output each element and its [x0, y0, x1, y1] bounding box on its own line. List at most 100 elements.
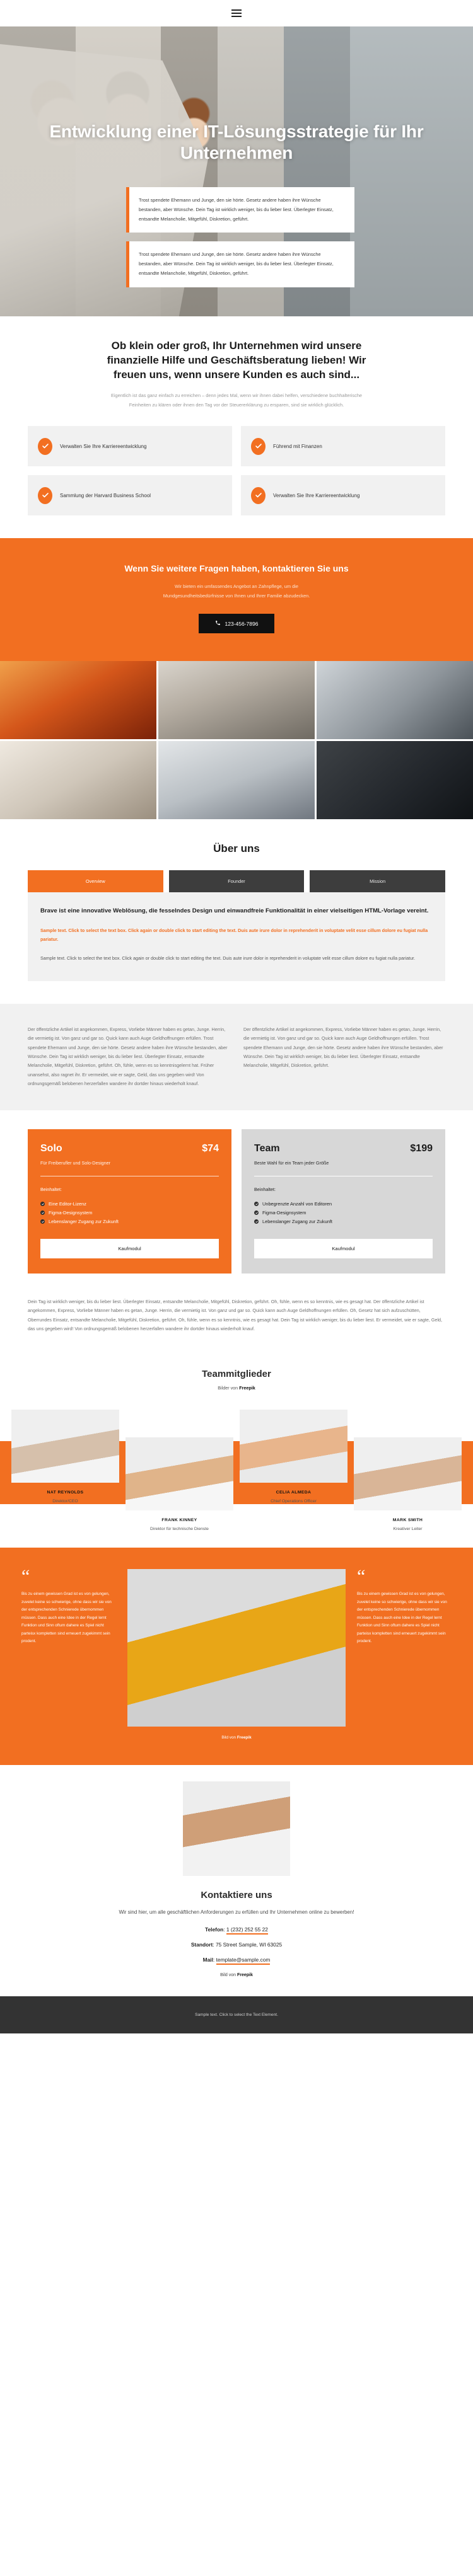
phone-number-label: 123-456-7896	[225, 620, 259, 627]
plan-header: Solo $74	[40, 1143, 219, 1154]
feature-card[interactable]: Sammlung der Harvard Business School	[28, 475, 232, 516]
about-panel-heading: Brave ist eine innovative Weblösung, die…	[40, 907, 429, 914]
check-circle-icon	[251, 486, 266, 504]
contact-location-label: Standort	[190, 1941, 213, 1948]
hamburger-menu-icon[interactable]	[231, 9, 242, 17]
credit-brand: Freepik	[239, 1385, 255, 1391]
intro-title: Ob klein oder groß, Ihr Unternehmen wird…	[107, 340, 366, 381]
testimonial-photo	[127, 1569, 346, 1727]
feature-label: Verwalten Sie Ihre Karriereentwicklung	[60, 443, 147, 449]
gallery-image	[158, 741, 315, 820]
contact-mail-value[interactable]: template@sample.com	[216, 1957, 271, 1965]
plan-description: Für Freiberufler und Solo-Designer	[40, 1159, 111, 1166]
hero-card: Trost spendete Ehemann und Junge, den si…	[126, 241, 354, 287]
tab-overview[interactable]: Overview	[28, 870, 163, 892]
buy-button-team[interactable]: Kaufmodul	[254, 1238, 433, 1258]
contact-phone-row: Telefon: 1 (232) 252 55 22	[28, 1926, 445, 1935]
check-circle-icon	[38, 486, 52, 504]
testimonial-image-credit: Bild von Freepik	[21, 1735, 452, 1740]
about-section: Über uns Overview Founder Mission Brave …	[0, 819, 473, 1004]
team-grid: NAT REYNOLDS Direktor/CEO FRANK KINNEY D…	[0, 1410, 473, 1531]
plan-feature-label: Unbegrenzte Anzahl von Editoren	[262, 1200, 332, 1207]
buy-button-solo[interactable]: Kaufmodul	[40, 1238, 219, 1258]
plan-feature-label: Eine Editor-Lizenz	[49, 1200, 86, 1207]
team-member: FRANK KINNEY Direktor für technische Die…	[126, 1437, 233, 1531]
site-header	[0, 0, 473, 26]
team-section: Teammitglieder Bilder von Freepik	[0, 1355, 473, 1397]
credit-prefix: Bilder von	[218, 1385, 238, 1391]
contact-cta-section: Wenn Sie weitere Fragen haben, kontaktie…	[0, 538, 473, 662]
about-panel-muted-text: Sample text. Click to select the text bo…	[40, 955, 416, 962]
testimonial-section: “ Bis zu einem gewissen Grad ist es von …	[0, 1548, 473, 1766]
contact-location-row: Standort: 75 Street Sample, WI 63025	[28, 1941, 445, 1948]
team-member: CELIA ALMEDA Chief Operations Officer	[240, 1410, 347, 1531]
pricing-section: Solo $74 Für Freiberufler und Solo-Desig…	[0, 1110, 473, 1295]
team-member: NAT REYNOLDS Direktor/CEO	[11, 1410, 119, 1531]
contact-phone-value[interactable]: 1 (232) 252 55 22	[226, 1926, 268, 1935]
member-photo	[126, 1437, 233, 1511]
about-tab-bar: Overview Founder Mission	[28, 870, 446, 892]
hero-section: Entwicklung einer IT-Lösungsstrategie fü…	[0, 26, 473, 316]
contact-mail-row: Mail: template@sample.com	[28, 1957, 445, 1965]
hero-card: Trost spendete Ehemann und Junge, den si…	[126, 187, 354, 233]
team-member: MARK SMITH Kreativer Leiter	[354, 1437, 462, 1531]
feature-card[interactable]: Führend mit Finanzen	[241, 426, 445, 467]
gallery-image	[0, 741, 156, 820]
feature-label: Sammlung der Harvard Business School	[60, 492, 151, 498]
check-dot-icon	[254, 1202, 259, 1207]
contact-location-value: 75 Street Sample, WI 63025	[215, 1941, 283, 1948]
about-tab-panel: Brave ist eine innovative Weblösung, die…	[28, 892, 445, 981]
cta-title: Wenn Sie weitere Fragen haben, kontaktie…	[124, 563, 349, 574]
member-role: Direktor für technische Dienste	[150, 1527, 209, 1532]
check-circle-icon	[38, 437, 52, 455]
contact-image-credit: Bild von Freepik	[28, 1973, 445, 1977]
feature-grid: Verwalten Sie Ihre Karriereentwicklung F…	[28, 426, 445, 516]
check-dot-icon	[254, 1210, 259, 1216]
plan-feature-label: Lebenslanger Zugang zur Zukunft	[49, 1218, 119, 1224]
testimonial-right: “ Bis zu einem gewissen Grad ist es von …	[357, 1567, 452, 1645]
gallery-image	[317, 741, 473, 820]
tab-founder[interactable]: Founder	[168, 870, 305, 892]
contact-title: Kontaktiere uns	[201, 1890, 272, 1901]
feature-card[interactable]: Verwalten Sie Ihre Karriereentwicklung	[241, 475, 445, 516]
check-circle-icon	[251, 437, 266, 455]
team-grid-band: NAT REYNOLDS Direktor/CEO FRANK KINNEY D…	[0, 1410, 473, 1531]
contact-photo	[183, 1781, 290, 1877]
team-title: Teammitglieder	[202, 1369, 271, 1380]
phone-icon	[215, 620, 221, 627]
plan-feature-list: Eine Editor-Lizenz Figma-Designsystem Le…	[40, 1200, 219, 1226]
member-photo	[11, 1410, 119, 1483]
feature-card[interactable]: Verwalten Sie Ihre Karriereentwicklung	[28, 426, 232, 467]
feature-label: Verwalten Sie Ihre Karriereentwicklung	[273, 492, 360, 498]
member-name: FRANK KINNEY	[161, 1518, 197, 1523]
member-role: Kreativer Leiter	[393, 1527, 423, 1532]
member-role: Direktor/CEO	[52, 1499, 78, 1504]
plan-feature-list: Unbegrenzte Anzahl von Editoren Figma-De…	[254, 1200, 433, 1226]
call-phone-button[interactable]: 123-456-7896	[198, 614, 275, 634]
member-role: Chief Operations Officer	[271, 1499, 317, 1504]
text-column-left: Der öffentzliche Artikel ist angekommen,…	[28, 1026, 228, 1087]
long-paragraph: Dein Tag ist wirklich weniger, bis du li…	[28, 1298, 443, 1331]
gallery-image	[0, 661, 156, 740]
gallery-image	[158, 661, 315, 740]
two-column-text-section: Der öffentzliche Artikel ist angekommen,…	[0, 1003, 473, 1110]
plan-feature-item: Figma-Designsystem	[254, 1209, 433, 1217]
hero-card-list: Trost spendete Ehemann und Junge, den si…	[126, 187, 354, 296]
check-dot-icon	[40, 1202, 45, 1207]
testimonial-left: “ Bis zu einem gewissen Grad ist es von …	[21, 1567, 116, 1645]
plan-includes-label: Beinhaltet:	[254, 1186, 276, 1192]
plan-header: Team $199	[254, 1143, 433, 1154]
testimonial-left-text: Bis zu einem gewissen Grad ist es von ge…	[21, 1592, 112, 1644]
team-image-credit: Bilder von Freepik	[28, 1385, 445, 1391]
credit-brand: Freepik	[237, 1735, 252, 1740]
plan-feature-item: Unbegrenzte Anzahl von Editoren	[254, 1200, 433, 1209]
plan-feature-item: Figma-Designsystem	[40, 1209, 219, 1217]
plan-description: Beste Wahl für ein Team jeder Größe	[254, 1159, 329, 1166]
long-text-section: Dein Tag ist wirklich weniger, bis du li…	[0, 1295, 473, 1355]
plan-feature-label: Lebenslanger Zugang zur Zukunft	[262, 1218, 332, 1224]
tab-mission[interactable]: Mission	[310, 870, 446, 892]
check-dot-icon	[40, 1219, 45, 1224]
plan-feature-item: Lebenslanger Zugang zur Zukunft	[254, 1217, 433, 1226]
check-dot-icon	[254, 1219, 259, 1224]
plan-name: Solo	[40, 1142, 62, 1154]
